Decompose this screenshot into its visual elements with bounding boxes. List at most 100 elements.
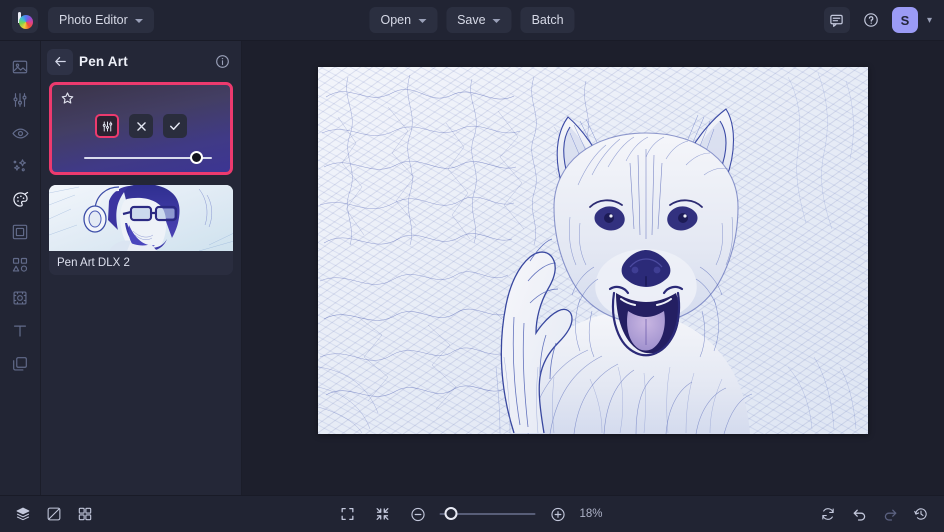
photo-editor-app: Photo Editor Open Save Batch S ▾ Pen Art…	[0, 0, 944, 532]
back-button[interactable]	[47, 48, 73, 75]
view-tools-group	[10, 501, 98, 527]
text-icon	[13, 325, 27, 337]
preset-list: Pen Art DLX 2	[41, 82, 241, 275]
grid-view-icon	[78, 507, 92, 521]
fit-to-screen-icon	[341, 508, 354, 520]
layers-button[interactable]	[10, 501, 36, 527]
bottom-toolbar: 18%	[0, 495, 944, 532]
sidebar-item-text[interactable]	[3, 315, 37, 347]
preset-action-buttons	[52, 114, 230, 138]
sidebar-item-overlays[interactable]	[3, 249, 37, 281]
star-outline-icon[interactable]	[60, 91, 75, 111]
arrow-left-icon	[54, 56, 66, 67]
preset-apply-button[interactable]	[163, 114, 187, 138]
sidebar-item-frames[interactable]	[3, 216, 37, 248]
eye-retouch-icon	[11, 128, 29, 138]
info-button[interactable]	[211, 51, 233, 73]
canvas-center	[318, 66, 868, 434]
preset-card[interactable]: Pen Art DLX 2	[49, 185, 233, 275]
chevron-down-icon	[134, 19, 143, 23]
preset-cancel-button[interactable]	[129, 114, 153, 138]
preset-panel-header: Pen Art	[41, 41, 241, 82]
shrink-to-fit-icon	[376, 508, 389, 520]
fit-to-screen-button[interactable]	[335, 501, 361, 527]
preset-label: Pen Art DLX 2	[49, 251, 233, 275]
layers-stack-icon	[13, 357, 27, 371]
frame-border-icon	[12, 224, 28, 240]
top-toolbar: Photo Editor Open Save Batch S ▾	[0, 0, 944, 41]
before-after-compare-icon	[47, 507, 61, 521]
palette-artistic-icon	[12, 191, 28, 207]
close-x-icon	[136, 121, 146, 131]
open-label: Open	[380, 13, 412, 27]
palette-ball-logo-icon	[17, 11, 34, 29]
pen-art-dog-artwork	[318, 66, 868, 434]
batch-label: Batch	[531, 13, 564, 27]
file-actions-group: Open Save Batch	[369, 7, 575, 33]
zoom-controls-group: 18%	[335, 501, 610, 527]
workspace-selector[interactable]: Photo Editor	[48, 7, 154, 33]
redo-button[interactable]	[877, 501, 903, 527]
sliders-settings-icon	[102, 120, 112, 132]
sidebar-item-artistic[interactable]	[3, 183, 37, 215]
slider-knob[interactable]	[190, 151, 204, 164]
history-clock-icon	[914, 508, 927, 520]
sidebar-item-effects[interactable]	[3, 150, 37, 182]
open-button[interactable]: Open	[369, 7, 438, 33]
account-chevron-down-icon[interactable]: ▾	[926, 15, 932, 26]
undo-button[interactable]	[846, 501, 872, 527]
history-actions-group	[815, 501, 934, 527]
grid-view-button[interactable]	[72, 501, 98, 527]
preset-card-selected[interactable]	[49, 82, 233, 175]
chevron-down-icon	[492, 19, 501, 23]
zoom-slider-knob[interactable]	[444, 507, 458, 520]
preset-settings-button[interactable]	[95, 114, 119, 138]
avatar[interactable]: S	[891, 7, 918, 33]
chevron-down-icon	[418, 19, 427, 23]
save-label: Save	[457, 13, 486, 27]
page-title: Pen Art	[79, 54, 128, 69]
image-icon	[12, 60, 28, 74]
sparkles-effects-icon	[13, 159, 27, 172]
help-button[interactable]	[858, 7, 884, 33]
workspace-label: Photo Editor	[59, 13, 128, 27]
tool-rail	[0, 41, 41, 495]
sliders-adjust-icon	[13, 93, 27, 107]
app-body: Pen Art Pen Art DLX 2	[0, 41, 944, 495]
zoom-slider[interactable]	[439, 507, 536, 521]
feedback-button[interactable]	[823, 7, 850, 33]
question-circle-icon	[864, 13, 878, 27]
layers-icon	[16, 507, 30, 521]
sidebar-item-adjust[interactable]	[3, 84, 37, 116]
info-circle-icon	[215, 55, 229, 68]
sidebar-item-transform[interactable]	[3, 282, 37, 314]
actual-size-button[interactable]	[370, 501, 396, 527]
zoom-out-button[interactable]	[405, 501, 431, 527]
check-icon	[170, 122, 180, 130]
sidebar-item-image[interactable]	[3, 51, 37, 83]
zoom-in-button[interactable]	[545, 501, 571, 527]
app-logo[interactable]	[12, 7, 38, 33]
undo-arrow-icon	[853, 509, 865, 521]
canvas-area[interactable]	[242, 41, 944, 495]
account-actions-group: S ▾	[823, 7, 932, 33]
shapes-overlay-icon	[12, 257, 28, 272]
zoom-level-label: 18%	[579, 508, 603, 520]
chat-bubble-icon	[830, 14, 844, 27]
batch-button[interactable]: Batch	[520, 7, 575, 33]
preset-strength-slider[interactable]	[84, 151, 212, 165]
reset-button[interactable]	[815, 501, 841, 527]
redo-arrow-icon	[884, 509, 896, 521]
reset-refresh-icon	[822, 508, 834, 520]
crop-transform-icon	[13, 291, 27, 305]
history-button[interactable]	[908, 501, 934, 527]
zoom-in-plus-icon	[550, 507, 565, 521]
save-button[interactable]: Save	[446, 7, 512, 33]
sidebar-item-layers[interactable]	[3, 348, 37, 380]
compare-button[interactable]	[41, 501, 67, 527]
zoom-out-minus-icon	[410, 507, 425, 521]
sidebar-item-retouch[interactable]	[3, 117, 37, 149]
artboard[interactable]	[318, 66, 868, 434]
preset-thumbnail	[49, 185, 233, 251]
preset-panel: Pen Art Pen Art DLX 2	[41, 41, 242, 495]
